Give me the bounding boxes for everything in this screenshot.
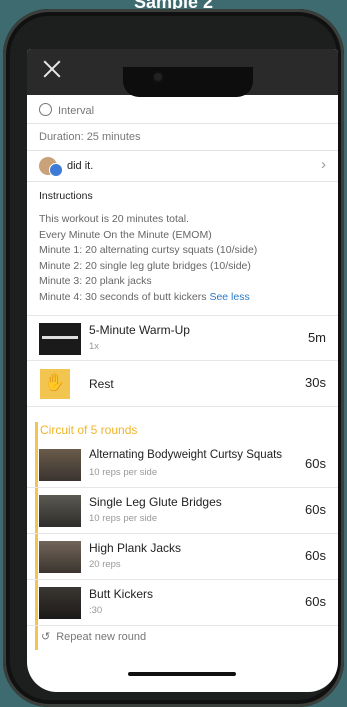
list-item[interactable]: Alternating Bodyweight Curtsy Squats 10 … [27,442,338,488]
repeat-round-row[interactable]: ↺ Repeat new round [41,630,321,643]
divider [27,123,338,124]
exercise-name: Alternating Bodyweight Curtsy Squats [89,449,283,461]
workout-type-row: Interval [39,103,319,117]
exercise-duration: 30s [305,375,326,390]
phone-notch [123,67,253,97]
did-it-row[interactable]: did it. › [27,155,338,181]
exercise-name: Single Leg Glute Bridges [89,495,222,509]
timer-icon [39,103,52,116]
app-screen: Interval Duration: 25 minutes did it. › … [27,49,338,692]
home-indicator [128,672,236,676]
exercise-duration: 5m [307,330,326,345]
rest-thumbnail: ✋ [40,369,70,399]
exercise-duration: 60s [305,456,326,471]
exercise-thumbnail [39,495,81,527]
divider [27,181,338,182]
instructions-title: Instructions [39,190,93,202]
instruction-line: Every Minute On the Minute (EMOM) [39,228,212,241]
exercise-name: 5-Minute Warm-Up [89,323,190,337]
instruction-line: Minute 4: 30 seconds of butt kickers [39,290,207,303]
exercise-thumbnail [39,541,81,573]
warmup-thumbnail [39,323,81,355]
close-icon[interactable] [41,58,63,80]
exercise-detail: :30 [89,605,103,616]
list-item[interactable]: High Plank Jacks 20 reps 60s [27,534,338,580]
exercise-duration: 60s [305,548,326,563]
exercise-detail: 1x [89,341,100,352]
exercise-thumbnail [39,449,81,481]
exercise-duration: 60s [305,594,326,609]
phone-frame: Interval Duration: 25 minutes did it. › … [3,9,344,707]
exercise-detail: 10 reps per side [89,513,158,524]
instruction-line: Minute 1: 20 alternating curtsy squats (… [39,244,258,256]
repeat-round-label: Repeat new round [56,631,147,643]
exercise-thumbnail [39,587,81,619]
list-item[interactable]: ✋ Rest 30s [27,361,338,407]
list-item[interactable]: 5-Minute Warm-Up 1x 5m [27,315,338,361]
list-item[interactable]: Single Leg Glute Bridges 10 reps per sid… [27,488,338,534]
avatar [49,163,63,177]
circuit-title: Circuit of 5 rounds [40,423,138,437]
exercise-name: High Plank Jacks [89,541,182,555]
exercise-detail: 10 reps per side [89,467,158,478]
repeat-icon: ↺ [41,631,51,643]
instruction-line: This workout is 20 minutes total. [39,213,189,225]
chevron-right-icon: › [321,156,326,173]
workout-type: Interval [58,105,95,117]
duration-text: Duration: 25 minutes [39,131,141,143]
exercise-name: Rest [89,377,114,391]
see-less-link[interactable]: See less [209,291,249,303]
hand-icon: ✋ [44,373,66,392]
instructions-body: This workout is 20 minutes total. Every … [39,212,334,305]
instruction-line: Minute 2: 20 single leg glute bridges (1… [39,259,251,272]
exercise-detail: 20 reps [89,559,121,570]
did-it-text: did it. [67,160,94,172]
camera-icon [154,73,162,81]
instruction-line: Minute 3: 20 plank jacks [39,275,152,287]
list-item[interactable]: Butt Kickers :30 60s [27,580,338,626]
exercise-name: Butt Kickers [89,587,154,601]
exercise-duration: 60s [305,502,326,517]
divider [27,150,338,151]
